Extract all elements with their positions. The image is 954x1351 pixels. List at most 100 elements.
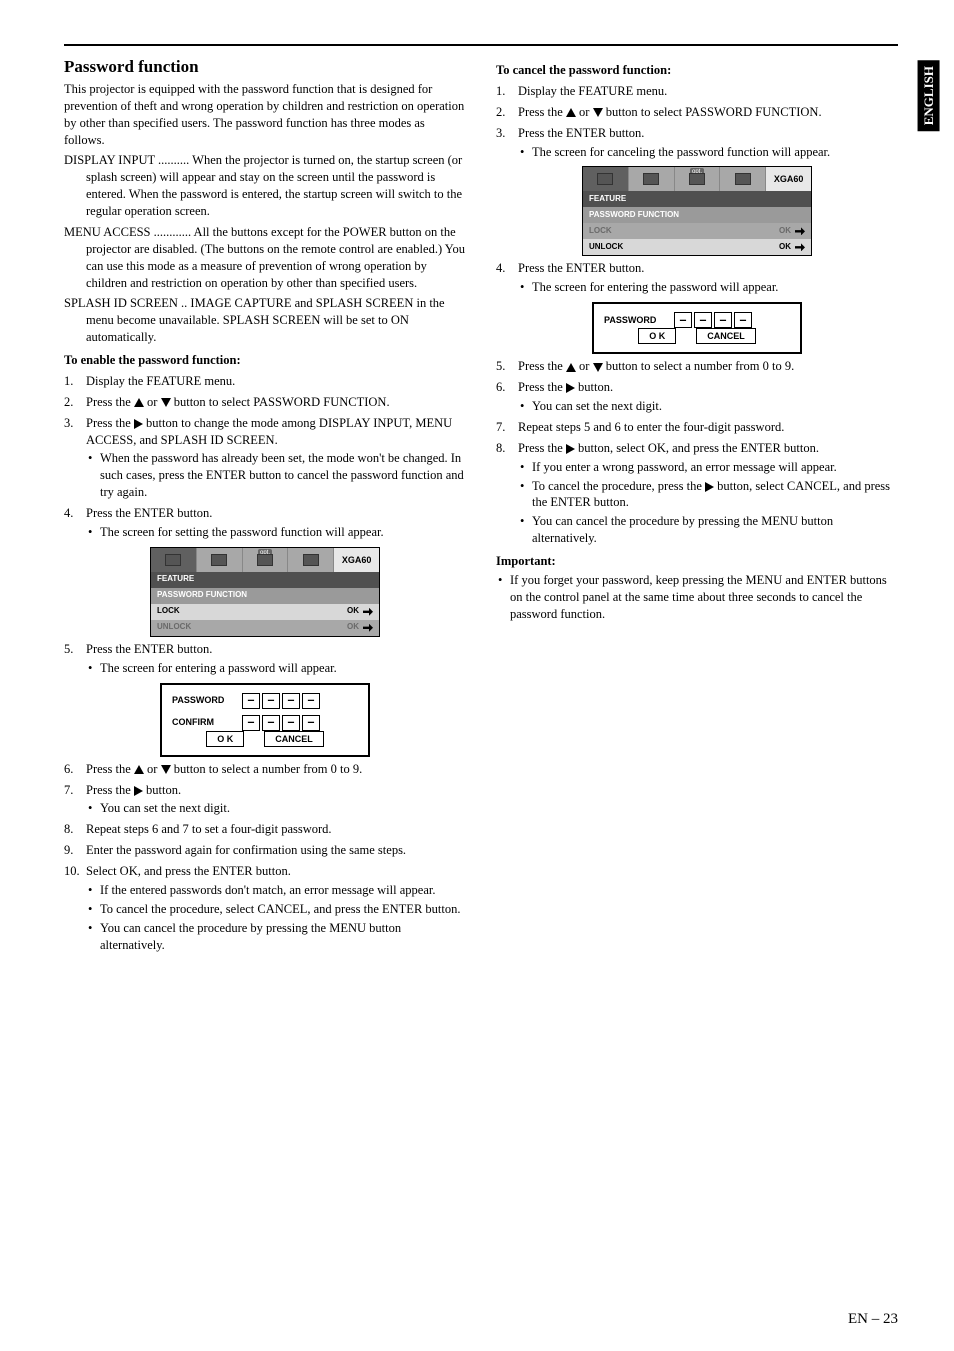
osd-tab-icon bbox=[629, 167, 675, 191]
bullet-text: The screen for canceling the password fu… bbox=[532, 144, 898, 161]
step-number: 5. bbox=[64, 641, 86, 677]
step-item: 1.Display the FEATURE menu. bbox=[496, 83, 898, 100]
password-digit: – bbox=[302, 715, 320, 731]
enter-icon bbox=[795, 243, 805, 251]
right-column: To cancel the password function: 1.Displ… bbox=[496, 56, 898, 953]
bullet-text: You can set the next digit. bbox=[532, 398, 898, 415]
password-entry-box-cancel: PASSWORD–––– O K CANCEL bbox=[592, 302, 802, 354]
password-digit: – bbox=[302, 693, 320, 709]
right-arrow-icon bbox=[705, 482, 714, 492]
step-text: Display the FEATURE menu. bbox=[518, 84, 667, 98]
bullet-dot: • bbox=[518, 513, 532, 547]
step-item: 5.Press the or button to select a number… bbox=[496, 358, 898, 375]
step-number: 9. bbox=[64, 842, 86, 859]
password-label: PASSWORD bbox=[172, 694, 242, 706]
step-number: 4. bbox=[496, 260, 518, 296]
step-number: 10. bbox=[64, 863, 86, 953]
osd-row-label: LOCK bbox=[157, 606, 347, 617]
bullet-text: If you enter a wrong password, an error … bbox=[532, 459, 898, 476]
step-text: Press the button to change the mode amon… bbox=[86, 416, 452, 447]
bullet-text: The screen for setting the password func… bbox=[100, 524, 466, 541]
up-arrow-icon bbox=[134, 765, 144, 774]
step-number: 8. bbox=[496, 440, 518, 547]
down-arrow-icon bbox=[161, 765, 171, 774]
two-column-layout: Password function This projector is equi… bbox=[64, 56, 898, 953]
osd-row-value: OK bbox=[779, 242, 805, 253]
osd-row-label: UNLOCK bbox=[157, 622, 347, 633]
step-text: Press the ENTER button. bbox=[86, 642, 212, 656]
step-number: 7. bbox=[64, 782, 86, 818]
important-text: If you forget your password, keep pressi… bbox=[510, 572, 898, 623]
step-text: Press the ENTER button. bbox=[518, 261, 644, 275]
language-tab: ENGLISH bbox=[918, 60, 940, 131]
osd-row: LOCKOK bbox=[151, 604, 379, 620]
osd-tab-icon bbox=[197, 548, 243, 572]
step-number: 2. bbox=[496, 104, 518, 121]
right-arrow-icon bbox=[566, 444, 575, 454]
step-item: 2.Press the or button to select PASSWORD… bbox=[496, 104, 898, 121]
enter-icon bbox=[795, 227, 805, 235]
step-item: 6.Press the or button to select a number… bbox=[64, 761, 466, 778]
step-item: 6.Press the button.•You can set the next… bbox=[496, 379, 898, 415]
password-digit: – bbox=[262, 715, 280, 731]
cancel-steps: 1.Display the FEATURE menu. 2.Press the o… bbox=[496, 83, 898, 161]
osd-menu-unlock: opt. XGA60 FEATUREPASSWORD FUNCTIONLOCKO… bbox=[582, 166, 812, 256]
step-text: Repeat steps 6 and 7 to set a four-digit… bbox=[86, 822, 332, 836]
cancel-button: CANCEL bbox=[264, 731, 324, 747]
osd-signal-label: XGA60 bbox=[766, 167, 811, 191]
osd-tab-icon bbox=[151, 548, 197, 572]
intro-paragraph: This projector is equipped with the pass… bbox=[64, 81, 466, 149]
osd-signal-label: XGA60 bbox=[334, 548, 379, 572]
step-text: Press the button. bbox=[518, 380, 613, 394]
password-entry-box: PASSWORD––––CONFIRM–––– O K CANCEL bbox=[160, 683, 370, 757]
step-number: 5. bbox=[496, 358, 518, 375]
right-arrow-icon bbox=[134, 786, 143, 796]
step-number: 3. bbox=[64, 415, 86, 501]
cancel-heading: To cancel the password function: bbox=[496, 62, 898, 79]
osd-tab-icon: opt. bbox=[243, 548, 289, 572]
osd-row-label: LOCK bbox=[589, 226, 779, 237]
password-digit: – bbox=[714, 312, 732, 328]
bullet-dot: • bbox=[86, 901, 100, 918]
mode-item: MENU ACCESS ............ All the buttons… bbox=[64, 224, 466, 292]
bullet-dot: • bbox=[86, 524, 100, 541]
osd-row: UNLOCKOK bbox=[151, 620, 379, 636]
bullet-dot: • bbox=[518, 144, 532, 161]
bullet-dot: • bbox=[518, 478, 532, 512]
step-item: 3.Press the button to change the mode am… bbox=[64, 415, 466, 501]
step-item: 1.Display the FEATURE menu. bbox=[64, 373, 466, 390]
password-digit: – bbox=[694, 312, 712, 328]
step-item: 10.Select OK, and press the ENTER button… bbox=[64, 863, 466, 953]
down-arrow-icon bbox=[593, 363, 603, 372]
password-digit: – bbox=[242, 693, 260, 709]
osd-row-value: OK bbox=[779, 226, 805, 237]
bullet-dot: • bbox=[518, 398, 532, 415]
step-item: 8.Press the button, select OK, and press… bbox=[496, 440, 898, 547]
step-item: 8.Repeat steps 6 and 7 to set a four-dig… bbox=[64, 821, 466, 838]
osd-tab-icon bbox=[720, 167, 766, 191]
bullet-text: To cancel the procedure, press the butto… bbox=[532, 478, 898, 512]
enter-icon bbox=[363, 624, 373, 632]
enter-icon bbox=[363, 608, 373, 616]
mode-item: SPLASH ID SCREEN .. IMAGE CAPTURE and SP… bbox=[64, 295, 466, 346]
step-text: Press the or button to select a number f… bbox=[518, 359, 794, 373]
cancel-button: CANCEL bbox=[696, 328, 756, 344]
bullet-text: You can cancel the procedure by pressing… bbox=[100, 920, 466, 954]
mode-item: DISPLAY INPUT .......... When the projec… bbox=[64, 152, 466, 220]
ok-button: O K bbox=[206, 731, 244, 747]
osd-row: FEATURE bbox=[583, 191, 811, 207]
step-number: 2. bbox=[64, 394, 86, 411]
ok-button: O K bbox=[638, 328, 676, 344]
up-arrow-icon bbox=[566, 108, 576, 117]
osd-row-label: FEATURE bbox=[157, 574, 373, 585]
osd-row-label: FEATURE bbox=[589, 194, 805, 205]
important-heading: Important: bbox=[496, 553, 898, 570]
right-arrow-icon bbox=[566, 383, 575, 393]
step-number: 6. bbox=[64, 761, 86, 778]
password-digit: – bbox=[282, 693, 300, 709]
step-number: 4. bbox=[64, 505, 86, 541]
step-text: Repeat steps 5 and 6 to enter the four-d… bbox=[518, 420, 784, 434]
password-row: PASSWORD–––– bbox=[172, 693, 358, 709]
osd-row: LOCKOK bbox=[583, 223, 811, 239]
step-text: Press the ENTER button. bbox=[86, 506, 212, 520]
